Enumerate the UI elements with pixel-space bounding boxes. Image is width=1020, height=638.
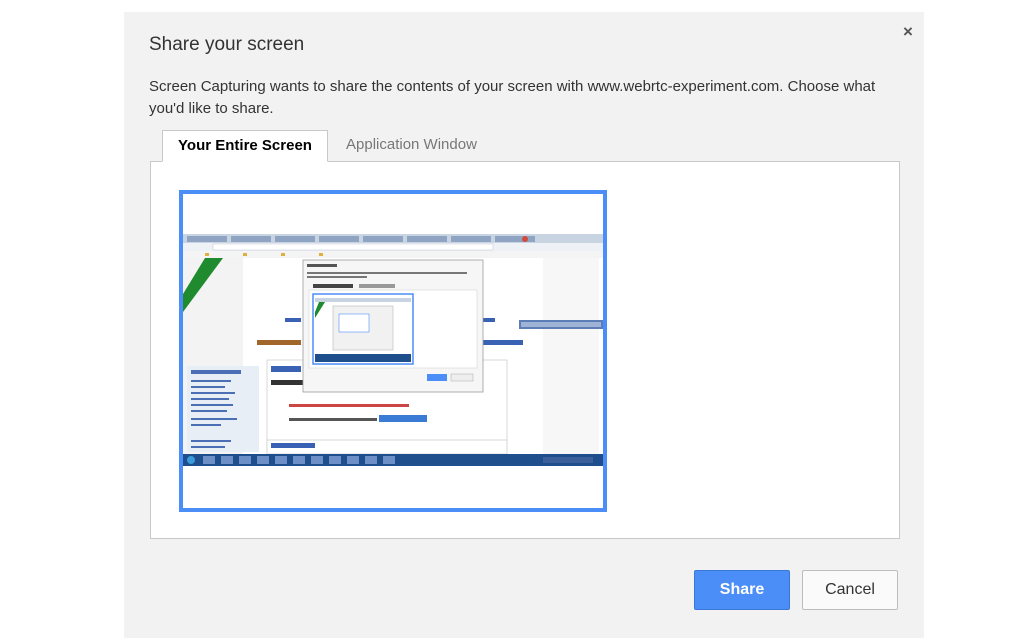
cancel-button[interactable]: Cancel	[802, 570, 898, 610]
share-screen-dialog: × Share your screen Screen Capturing wan…	[124, 12, 924, 638]
screen-thumbnail[interactable]	[179, 190, 607, 512]
tab-application-window[interactable]: Application Window	[346, 130, 516, 162]
dialog-description: Screen Capturing wants to share the cont…	[149, 78, 876, 117]
screen-preview-image	[183, 194, 603, 508]
dialog-title: Share your screen	[149, 34, 305, 55]
tab-panel	[150, 161, 900, 539]
tab-entire-screen[interactable]: Your Entire Screen	[162, 130, 328, 162]
share-button[interactable]: Share	[694, 570, 790, 610]
close-icon[interactable]: ×	[898, 22, 918, 42]
